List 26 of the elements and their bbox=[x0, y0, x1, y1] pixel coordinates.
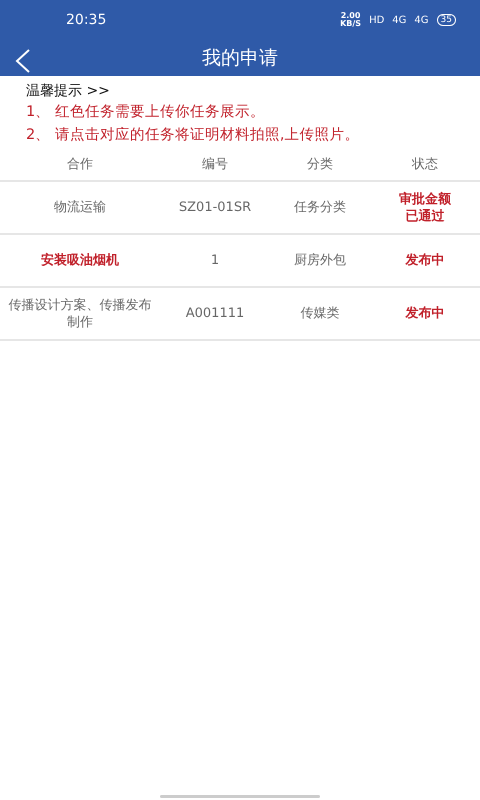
tips-title: 温馨提示 >> bbox=[26, 82, 111, 101]
battery-level: 35 bbox=[436, 14, 456, 26]
network-speed: 2.00 KB/S bbox=[340, 12, 362, 28]
column-header: 编号 bbox=[201, 156, 229, 172]
status-cell-text: 审批金额已通过 bbox=[398, 190, 452, 224]
column-header: 分类 bbox=[306, 156, 334, 172]
status-time: 20:35 bbox=[66, 12, 108, 28]
tip-text: 2、 请点击对应的任务将证明材料拍照,上传照片。 bbox=[26, 126, 360, 145]
network-indicator: 4G bbox=[414, 14, 429, 26]
column-header: 状态 bbox=[410, 156, 439, 172]
table-cell: 传媒类 bbox=[300, 305, 340, 322]
table-cell: SZ01-01SR bbox=[178, 199, 252, 216]
network-indicator: 4G bbox=[392, 14, 406, 26]
hd-indicator: HD bbox=[369, 14, 384, 26]
table-cell: 1 bbox=[210, 252, 220, 269]
table-cell: 厨房外包 bbox=[294, 252, 346, 269]
table-cell: 任务分类 bbox=[294, 199, 346, 216]
column-header: 合作 bbox=[66, 156, 94, 172]
status-cell: 发布中 bbox=[406, 305, 444, 322]
page-title: 我的申请 bbox=[202, 46, 278, 71]
task-name-cell[interactable]: 安装吸油烟机 bbox=[41, 252, 119, 269]
table-cell: A001111 bbox=[186, 305, 244, 322]
tip-text: 1、 红色任务需要上传你任务展示。 bbox=[26, 103, 266, 122]
task-name-cell[interactable]: 传播设计方案、传播发布制作 bbox=[8, 296, 152, 330]
task-name-cell[interactable]: 物流运输 bbox=[54, 199, 106, 216]
status-cell: 发布中 bbox=[406, 252, 444, 269]
